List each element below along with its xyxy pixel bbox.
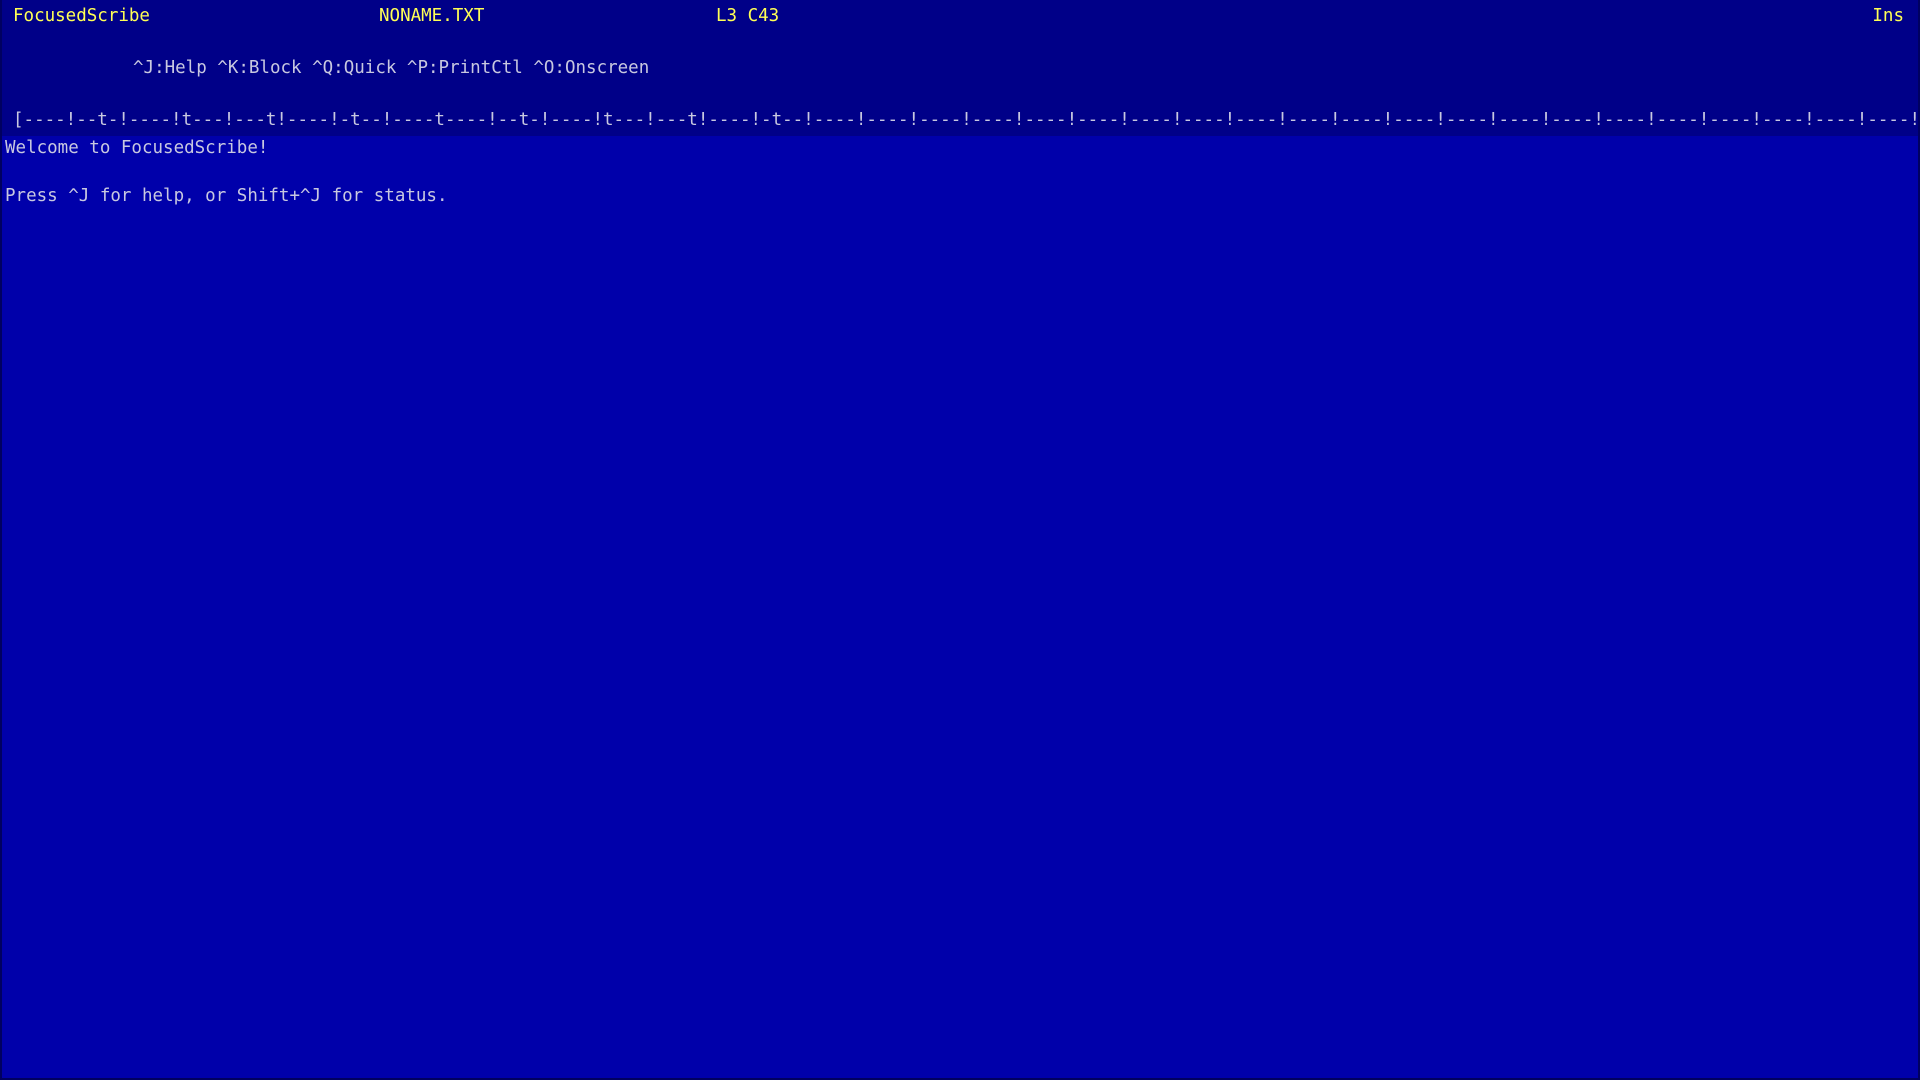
header-area: FocusedScribe NONAME.TXT L3 C43 Ins ^J:H…: [2, 0, 1918, 136]
document-line[interactable]: Press ^J for help, or Shift+^J for statu…: [5, 184, 1918, 208]
text-editor-area[interactable]: Welcome to FocusedScribe! Press ^J for h…: [5, 136, 1918, 1078]
command-menu-line: ^J:Help ^K:Block ^Q:Quick ^P:PrintCtl ^O…: [133, 58, 650, 78]
status-bar: FocusedScribe NONAME.TXT L3 C43 Ins: [2, 0, 1918, 34]
tab-ruler: [----!--t-!----!t---!---t!----!-t--!----…: [13, 110, 1920, 130]
document-line[interactable]: Welcome to FocusedScribe!: [5, 136, 1918, 160]
app-title: FocusedScribe: [13, 6, 150, 26]
document-line[interactable]: [5, 160, 1918, 184]
file-name: NONAME.TXT: [379, 6, 485, 26]
insert-mode-indicator: Ins: [1872, 6, 1904, 26]
cursor-position: L3 C43: [716, 6, 780, 26]
editor-window: FocusedScribe NONAME.TXT L3 C43 Ins ^J:H…: [0, 0, 1920, 1080]
